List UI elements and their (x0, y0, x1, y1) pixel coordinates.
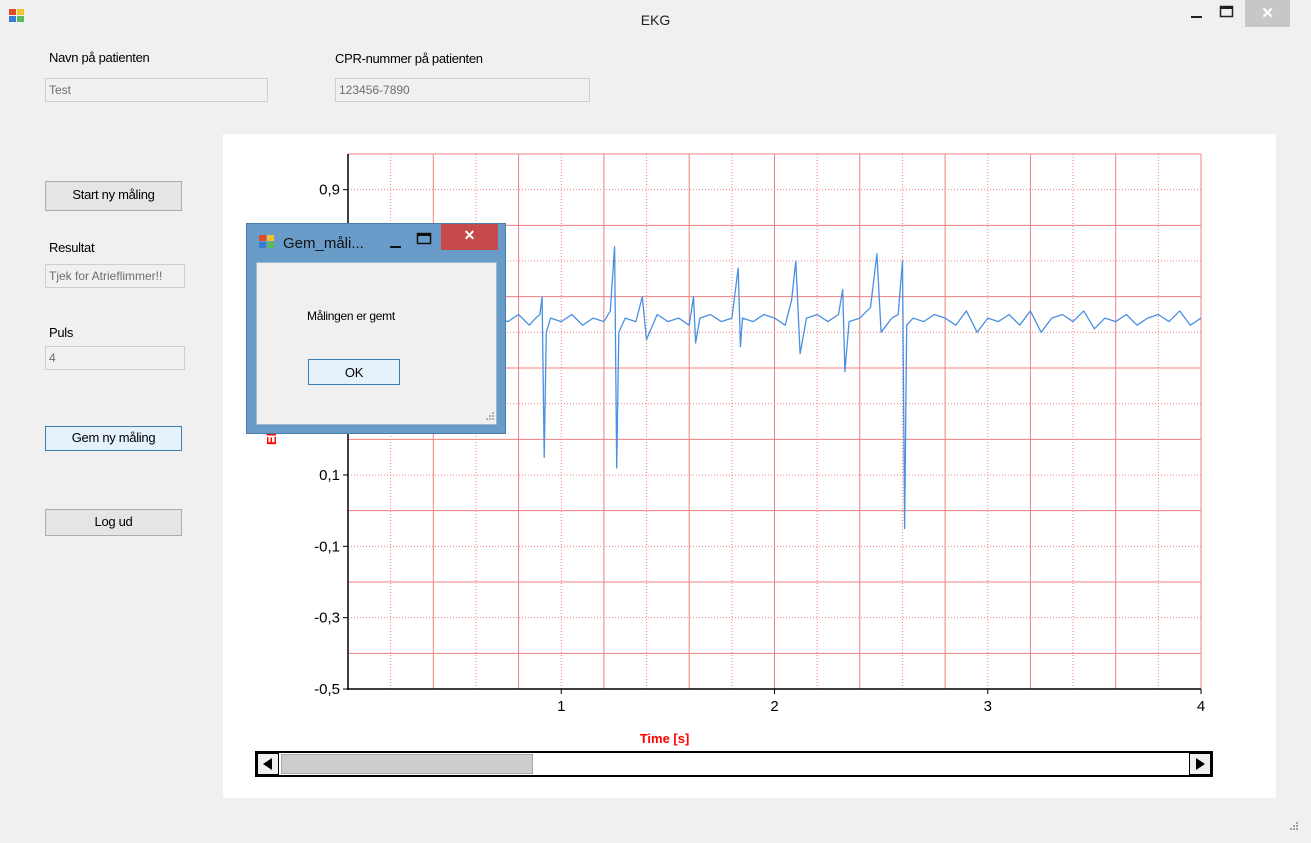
minimize-button[interactable] (1183, 0, 1211, 26)
maximize-icon (416, 232, 432, 245)
arrow-left-icon (263, 758, 272, 770)
y-tick-label: -0,1 (314, 538, 340, 555)
dialog-close-button[interactable]: ✕ (441, 224, 498, 250)
patient-name-field[interactable]: Test (45, 78, 268, 102)
patient-name-label: Navn på patienten (49, 50, 150, 65)
arrow-right-icon (1196, 758, 1205, 770)
logout-button[interactable]: Log ud (45, 509, 182, 536)
dialog-maximize-button[interactable] (415, 230, 435, 250)
start-measurement-button[interactable]: Start ny måling (45, 181, 182, 211)
title-bar: EKG ✕ (0, 0, 1311, 36)
patient-cpr-label: CPR-nummer på patienten (335, 51, 483, 66)
scroll-thumb[interactable] (281, 754, 533, 774)
minimize-icon (1191, 16, 1202, 18)
x-tick-label: 3 (984, 698, 992, 715)
maximize-icon (1219, 5, 1234, 18)
scroll-right-button[interactable] (1189, 753, 1211, 775)
dialog-minimize-button[interactable] (387, 234, 407, 254)
dialog-title: Gem_måli... (283, 235, 364, 252)
y-tick-label: -0,3 (314, 610, 340, 627)
pulse-field[interactable]: 4 (45, 346, 185, 370)
x-tick-label: 1 (557, 698, 565, 715)
save-dialog: Gem_måli... ✕ Målingen er gemt OK (246, 223, 506, 434)
close-icon: ✕ (463, 227, 476, 243)
dialog-body: Målingen er gemt OK (256, 262, 497, 425)
scroll-left-button[interactable] (257, 753, 279, 775)
x-tick-label: 4 (1197, 698, 1205, 715)
maximize-button[interactable] (1213, 0, 1241, 26)
pulse-label: Puls (49, 325, 74, 340)
save-measurement-button[interactable]: Gem ny måling (45, 426, 182, 451)
dialog-resize-grip-icon[interactable] (483, 411, 495, 423)
ekg-series-line (497, 246, 1202, 530)
y-tick-label: -0,5 (314, 681, 340, 698)
result-field[interactable]: Tjek for Atrieflimmer!! (45, 264, 185, 288)
window-title: EKG (640, 12, 671, 28)
y-tick-label: 0,1 (319, 467, 340, 484)
dialog-message: Målingen er gemt (307, 309, 395, 323)
dialog-ok-button[interactable]: OK (308, 359, 400, 385)
result-label: Resultat (49, 240, 95, 255)
minimize-icon (390, 246, 401, 248)
close-icon: ✕ (1261, 5, 1274, 22)
patient-cpr-field[interactable]: 123456-7890 (335, 78, 590, 102)
dialog-app-icon (259, 235, 274, 248)
chart-scrollbar[interactable] (255, 751, 1213, 777)
x-axis-title: Time [s] (640, 731, 690, 746)
x-tick-label: 2 (770, 698, 778, 715)
window-left-border (0, 0, 7, 843)
close-button[interactable]: ✕ (1245, 0, 1290, 27)
y-tick-label: 0,9 (319, 182, 340, 199)
resize-grip-icon[interactable] (1287, 821, 1299, 833)
